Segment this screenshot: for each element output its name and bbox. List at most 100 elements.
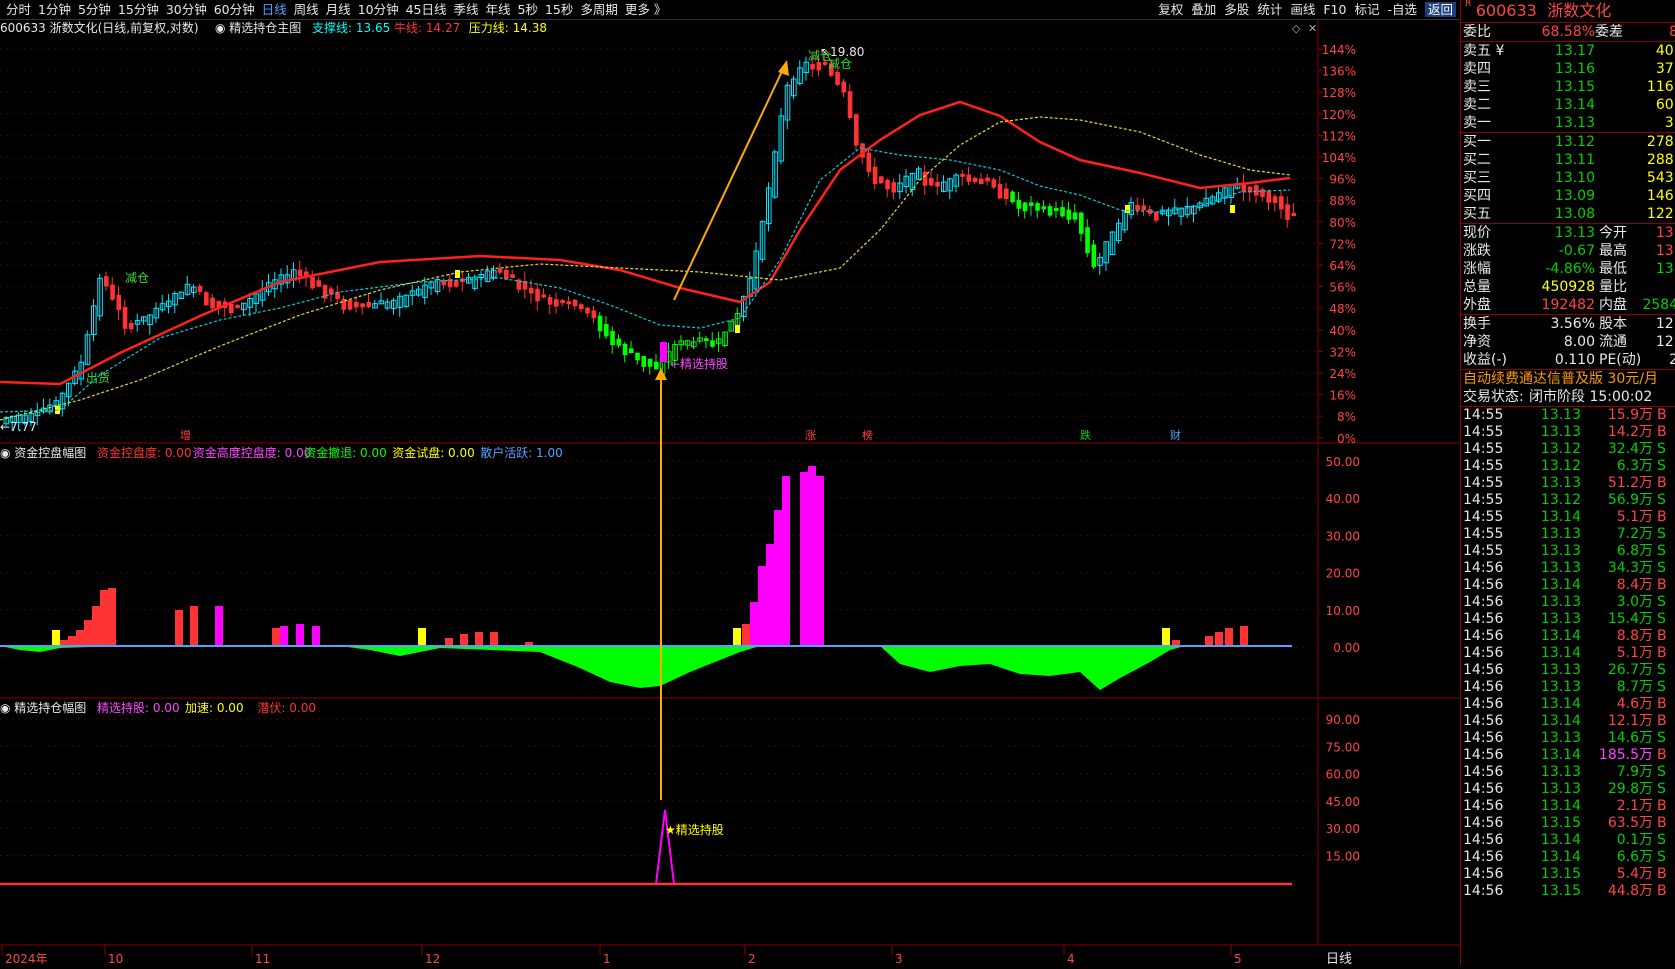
toolbar-button[interactable]: 叠加 (1191, 2, 1216, 17)
event-mark: 增 (180, 428, 191, 442)
level-label: 买三 (1463, 170, 1491, 186)
period-tab[interactable]: 1分钟 (38, 2, 71, 17)
fund-bar (418, 628, 426, 646)
x-tick-label: 5 (1234, 952, 1242, 965)
fund-bar (175, 610, 183, 646)
period-tab[interactable]: 30分钟 (166, 2, 207, 17)
period-tab[interactable]: 更多 》 (625, 2, 666, 17)
chart-area[interactable]: ★精选持股 ↖19.80 ←7.77 减仓 减仓 减仓 出货 ←精选持股增涨榜跌财 144%… (0, 20, 1460, 967)
candle (635, 352, 640, 361)
stat-label: 外盘 (1463, 297, 1491, 313)
period-tab[interactable]: 日线 (262, 2, 287, 17)
tick-row: 14:56 13.15 44.8万 B (1461, 883, 1675, 900)
candle (991, 179, 997, 188)
legend-item: 压力线: 14.38 (469, 21, 547, 35)
toolbar-button[interactable]: F10 (1323, 2, 1346, 17)
tick-price: 13.15 (1540, 815, 1581, 831)
tick-row: 14:56 13.14 2.1万 B (1461, 798, 1675, 815)
tick-row: 14:56 13.13 34.3万 S (1461, 560, 1675, 577)
y-tick-label: 45.00 (1326, 795, 1360, 809)
tick-price: 13.13 (1540, 764, 1581, 780)
ask-levels: 卖五 ¥ 13.17 40.2 卖四 13.16 37.8 卖三 13.15 116.0 卖二 13… (1461, 42, 1675, 132)
tick-side: B (1657, 577, 1667, 593)
stat-label: 收益(-) (1463, 352, 1507, 368)
tick-time: 14:56 (1463, 611, 1504, 627)
tick-side: S (1657, 662, 1666, 678)
tick-side: S (1657, 764, 1666, 780)
tick-time: 14:56 (1463, 883, 1504, 899)
candle (366, 301, 372, 308)
stat-value: 0.110 (1554, 352, 1595, 368)
candle (497, 268, 503, 273)
period-tab[interactable]: 季线 (454, 2, 479, 17)
period-tab[interactable]: 60分钟 (214, 2, 255, 17)
tick-volume: 34.3万 (1607, 560, 1653, 576)
period-tab[interactable]: 周线 (294, 2, 319, 17)
toolbar-button[interactable]: 画线 (1290, 2, 1315, 17)
x-tick-label: 4 (1067, 952, 1075, 965)
y-tick-label: 88% (1329, 194, 1356, 208)
legend-item: 牛线: 14.27 (394, 20, 460, 35)
tick-time: 14:56 (1463, 577, 1504, 593)
promo-banner[interactable]: 自动续费通达信普及版 30元/月 (1461, 370, 1675, 388)
level-label: 卖四 (1463, 61, 1491, 77)
candle (1072, 212, 1078, 220)
period-tab[interactable]: 多周期 (580, 2, 618, 17)
tick-time: 14:55 (1463, 441, 1504, 457)
tick-time: 14:56 (1463, 764, 1504, 780)
toolbar-button[interactable]: 标记 (1354, 2, 1379, 17)
tick-price: 13.12 (1540, 458, 1581, 474)
tick-side: B (1657, 424, 1667, 440)
period-tab[interactable]: 5秒 (518, 2, 538, 17)
period-tab[interactable]: 10分钟 (358, 2, 399, 17)
tick-volume: 8.8万 (1616, 628, 1653, 644)
toolbar-button[interactable]: 多股 (1224, 2, 1249, 17)
fund-bar (1225, 628, 1233, 646)
period-tab[interactable]: 15分钟 (118, 2, 159, 17)
panel-control-icon[interactable]: ✕ (1308, 22, 1317, 35)
stat-value: 450928 (1541, 279, 1595, 295)
fund-bar (758, 566, 766, 646)
tick-time: 14:56 (1463, 832, 1504, 848)
fund-bar (68, 636, 76, 646)
period-tab[interactable]: 年线 (486, 2, 511, 17)
y-tick-label: 30.00 (1326, 822, 1360, 836)
stock-code[interactable]: 600633 (1476, 1, 1537, 20)
toolbar-button[interactable]: -自选 (1387, 2, 1417, 17)
candle (229, 303, 234, 314)
tick-side: B (1657, 645, 1667, 661)
candle (647, 358, 653, 367)
tick-side: B (1657, 815, 1667, 831)
tick-price: 13.14 (1540, 849, 1581, 865)
period-tab[interactable]: 月线 (326, 2, 351, 17)
stat-value: -0.67 (1558, 243, 1595, 259)
period-tab[interactable]: 分时 (6, 2, 31, 17)
candle (1010, 191, 1015, 203)
toolbar-button[interactable]: 统计 (1257, 2, 1282, 17)
candle (810, 63, 815, 70)
toolbar-button[interactable]: 返回 (1424, 2, 1456, 17)
sell-label: 出货 (86, 370, 110, 385)
candle (622, 343, 628, 356)
candle (535, 288, 540, 302)
stock-name[interactable]: 浙数文化 (1547, 1, 1611, 20)
candle (554, 299, 559, 307)
toolbar-button[interactable]: 复权 (1158, 2, 1183, 17)
tick-side: B (1657, 866, 1667, 882)
period-tab[interactable]: 15秒 (545, 2, 573, 17)
legend-item: 资金试盘: 0.00 (392, 445, 475, 460)
sub2-title: ◉ 精选持仓幅图 (0, 700, 86, 715)
tick-side: B (1657, 628, 1667, 644)
tick-row: 14:55 13.13 15.9万 B (1461, 407, 1675, 424)
tick-time: 14:56 (1463, 815, 1504, 831)
candle (104, 276, 109, 287)
candle (210, 297, 215, 309)
candle (972, 177, 978, 183)
tick-time: 14:55 (1463, 475, 1504, 491)
period-tab[interactable]: 45日线 (406, 2, 447, 17)
kline-chart[interactable]: ★精选持股 ↖19.80←7.77减仓减仓减仓出货←精选持股增涨榜跌财 144%… (0, 20, 1460, 967)
tick-price: 13.13 (1540, 594, 1581, 610)
panel-control-icon[interactable]: ◇ (1292, 22, 1301, 35)
period-tab[interactable]: 5分钟 (78, 2, 111, 17)
stat-row: 收益(-)0.110PE(动)29 (1461, 351, 1675, 369)
